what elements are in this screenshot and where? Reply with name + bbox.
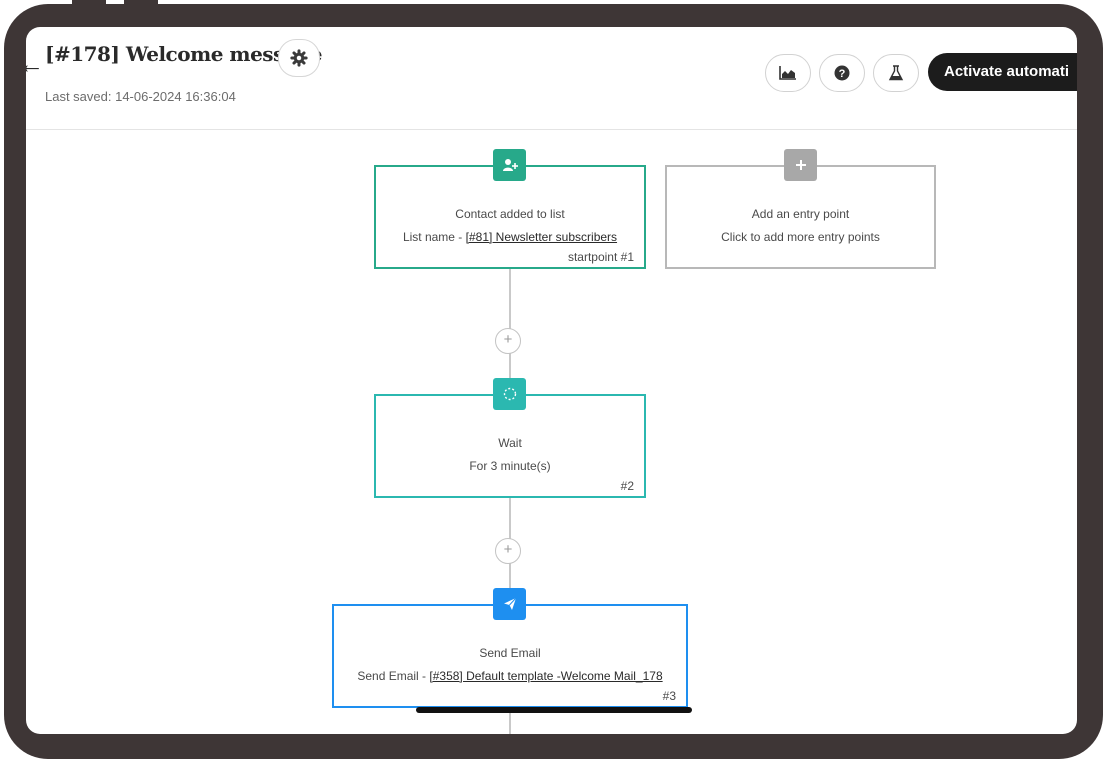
app-screen: ← [#178] Welcome message Last saved: 14-… — [26, 27, 1077, 734]
node-title: Contact added to list — [455, 207, 565, 221]
node-detail: List name - [#81] Newsletter subscribers — [376, 230, 644, 244]
svg-text:?: ? — [839, 68, 846, 80]
statistics-button[interactable] — [765, 54, 811, 92]
add-step-button[interactable]: + — [495, 328, 521, 354]
camera-notch — [72, 0, 106, 14]
node-detail: Send Email - [#358] Default template -We… — [334, 669, 686, 683]
paper-plane-icon — [503, 597, 516, 610]
send-email-badge — [493, 588, 526, 620]
area-chart-icon — [779, 66, 796, 80]
node-detail: For 3 minute(s) — [469, 459, 551, 473]
home-indicator — [416, 707, 692, 713]
node-tag: #3 — [662, 689, 676, 703]
activate-automation-button[interactable]: Activate automati — [928, 53, 1077, 91]
template-link[interactable]: [#358] Default template -Welcome Mail_17… — [429, 669, 662, 683]
node-title: Wait — [498, 436, 522, 450]
node-detail-prefix: Send Email - — [357, 669, 430, 683]
trigger-node-badge — [493, 149, 526, 181]
node-title: Send Email — [479, 646, 541, 660]
node-title: Add an entry point — [751, 207, 850, 221]
header-bar: ← [#178] Welcome message Last saved: 14-… — [26, 27, 1077, 130]
plus-icon — [795, 160, 806, 170]
camera-notch — [124, 0, 158, 14]
gear-icon — [290, 49, 308, 67]
question-circle-icon: ? — [834, 65, 850, 81]
node-tag: startpoint #1 — [567, 250, 634, 264]
help-button[interactable]: ? — [819, 54, 865, 92]
spinner-icon — [503, 387, 516, 401]
add-entry-badge[interactable] — [784, 149, 817, 181]
node-tag: #2 — [620, 479, 634, 493]
add-step-button[interactable]: + — [495, 538, 521, 564]
test-button[interactable] — [873, 54, 919, 92]
back-arrow-icon[interactable]: ← — [26, 49, 44, 80]
wait-node-badge — [493, 378, 526, 410]
flask-icon — [888, 65, 904, 81]
list-link[interactable]: [#81] Newsletter subscribers — [466, 230, 617, 244]
last-saved-text: Last saved: 14-06-2024 16:36:04 — [45, 89, 236, 104]
node-detail: Click to add more entry points — [721, 230, 880, 244]
user-plus-icon — [502, 159, 518, 171]
settings-button[interactable] — [278, 39, 320, 77]
node-detail-prefix: List name - — [402, 230, 466, 244]
